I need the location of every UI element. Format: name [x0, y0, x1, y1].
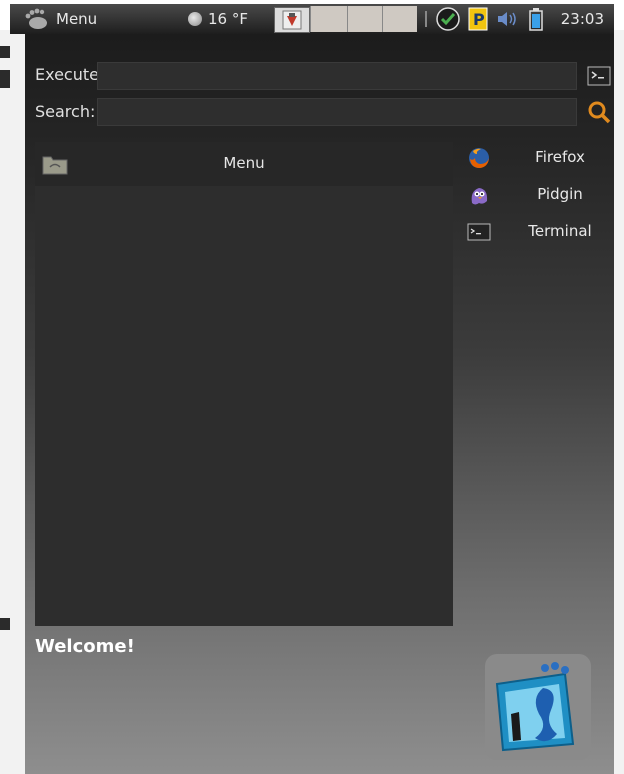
foot-icon [25, 8, 47, 29]
search-field[interactable] [97, 98, 577, 126]
execute-input[interactable] [98, 63, 576, 89]
pidgin-icon [471, 188, 488, 205]
handle-icon [425, 11, 427, 27]
favorite-item-pidgin[interactable]: Pidgin [463, 179, 613, 211]
background-fragment [0, 46, 10, 58]
execute-label: Execute [35, 65, 99, 84]
clock[interactable]: 23:03 [561, 4, 604, 34]
execute-field[interactable] [97, 62, 577, 90]
taskbar-app-button[interactable] [274, 7, 310, 33]
favorite-item-firefox[interactable]: Firefox [463, 142, 613, 174]
parking-icon[interactable]: P [468, 7, 488, 31]
svg-text:P: P [473, 10, 485, 29]
favorite-label: Terminal [528, 222, 592, 240]
categories-panel: Menu [35, 142, 453, 626]
battery-icon[interactable] [528, 7, 544, 31]
terminal-icon [467, 223, 491, 241]
taskbar-slot[interactable] [347, 6, 382, 32]
firefox-icon [469, 148, 489, 168]
panel-menu-button[interactable]: Menu [22, 4, 97, 34]
search-label: Search: [35, 102, 96, 121]
taskbar-slot[interactable] [382, 6, 417, 32]
background-fragment [0, 70, 10, 88]
system-tray: P [424, 4, 544, 34]
favorite-label: Pidgin [537, 185, 583, 203]
app-icon [282, 10, 302, 30]
favorite-item-terminal[interactable]: Terminal [463, 216, 613, 248]
execute-button[interactable] [585, 62, 613, 90]
check-icon[interactable] [436, 7, 460, 31]
panel-menu-label: Menu [56, 10, 98, 28]
background-fragment [0, 618, 10, 630]
taskbar-slot[interactable] [310, 6, 347, 32]
weather-indicator[interactable]: 16 °F [188, 4, 248, 34]
logo-tile [485, 654, 591, 760]
search-button[interactable] [585, 98, 613, 126]
welcome-text: Welcome! [35, 636, 135, 657]
weather-temperature: 16 °F [208, 10, 248, 28]
search-input[interactable] [98, 99, 576, 125]
main-menu-window: Execute Search: Menu Firefox Pidgin Term… [25, 34, 614, 774]
favorite-label: Firefox [535, 148, 585, 166]
volume-icon[interactable] [496, 9, 520, 29]
top-panel: Menu 16 °F P 23:03 [10, 4, 614, 34]
clock-time: 23:03 [560, 10, 604, 28]
moon-icon [188, 12, 202, 26]
terminal-icon [587, 66, 611, 86]
categories-header-label: Menu [223, 154, 265, 172]
distro-logo [495, 662, 575, 752]
categories-header[interactable]: Menu [35, 142, 453, 186]
search-icon [588, 101, 611, 124]
